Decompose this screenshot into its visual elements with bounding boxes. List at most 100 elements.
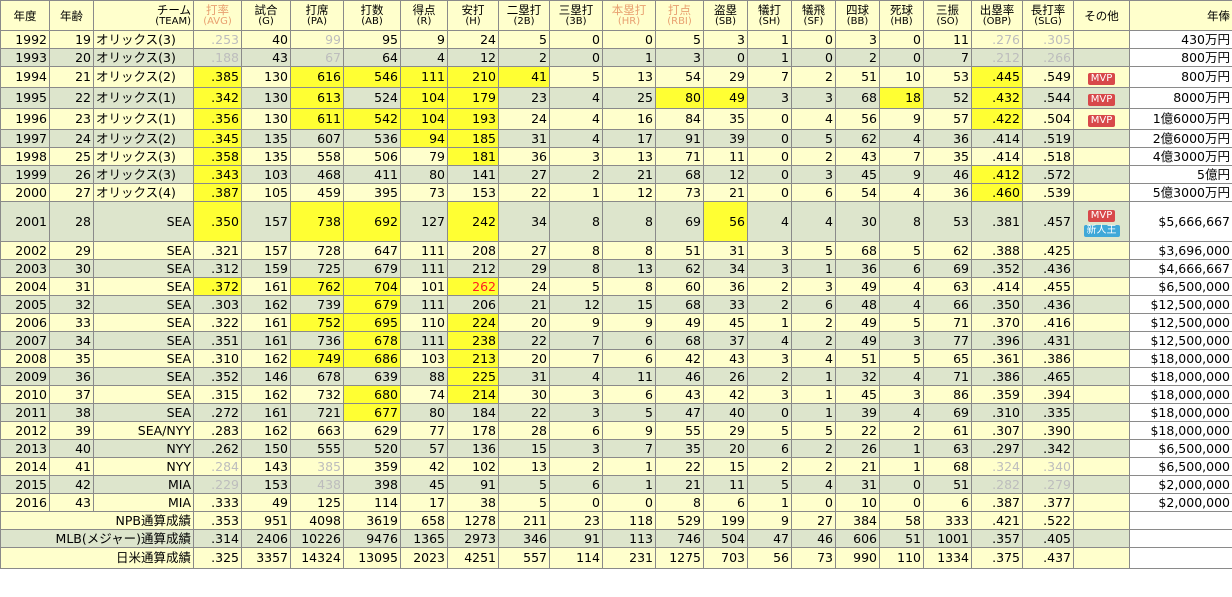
stat-avg: .262 (193, 439, 242, 458)
stat-h: 242 (447, 201, 499, 242)
stat-hb: 4 (879, 367, 924, 386)
stat-hr: 15 (602, 295, 656, 314)
stat-slg: .518 (1022, 147, 1074, 166)
header-abbr: (HR) (617, 15, 641, 27)
stat-obp: .359 (971, 385, 1023, 404)
stat-hb: 8 (879, 201, 924, 242)
stat-slg: .544 (1022, 87, 1074, 109)
header-label: チーム (156, 2, 191, 17)
rookie-badge: 新人王 (1083, 224, 1120, 237)
stat-r: 42 (400, 457, 448, 476)
stat-pa: 468 (290, 165, 344, 184)
table-row: 2012 39 SEA/NYY .283 162 663 629 77 178 28 6 9 55 29 5… (0, 421, 1232, 440)
stat-ab: 359 (343, 457, 401, 476)
stat-hb: 3 (879, 331, 924, 350)
stat-obp: .276 (971, 30, 1023, 49)
salary-cell: $18,000,000 (1129, 385, 1232, 404)
team-cell: SEA (93, 385, 194, 404)
header-abbr: (R) (416, 15, 432, 27)
total-h: 4251 (447, 547, 499, 569)
stat-pa: 749 (290, 349, 344, 368)
stat-b2: 31 (498, 129, 550, 148)
stat-g: 43 (241, 48, 291, 67)
stat-b2: 21 (498, 295, 550, 314)
stat-h: 225 (447, 367, 499, 386)
age-cell: 43 (49, 493, 94, 512)
table-row: 1996 23 オリックス(1) .356 130 611 542 104 193 24 4 16 84… (0, 108, 1232, 130)
stat-bb: 45 (835, 385, 880, 404)
stat-sh: 3 (747, 241, 792, 260)
stat-bb: 68 (835, 241, 880, 260)
stat-so: 53 (923, 66, 972, 88)
stat-so: 35 (923, 147, 972, 166)
stat-obp: .361 (971, 349, 1023, 368)
stat-avg: .310 (193, 349, 242, 368)
stat-sb: 35 (703, 108, 748, 130)
total-avg: .325 (193, 547, 242, 569)
stat-sh: 1 (747, 493, 792, 512)
stat-h: 141 (447, 165, 499, 184)
stat-hr: 1 (602, 457, 656, 476)
team-cell: SEA/NYY (93, 421, 194, 440)
year-cell: 2014 (0, 457, 50, 476)
awards-cell (1073, 385, 1130, 404)
stat-ab: 629 (343, 421, 401, 440)
salary-cell: $6,500,000 (1129, 457, 1232, 476)
stat-g: 130 (241, 66, 291, 88)
team-cell: SEA (93, 241, 194, 260)
year-cell: 2013 (0, 439, 50, 458)
awards-cell (1073, 367, 1130, 386)
header-r: 得点 (R) (400, 0, 448, 31)
stat-b3: 3 (549, 385, 603, 404)
total-pa: 14324 (290, 547, 344, 569)
header-label: 盗塁 (714, 2, 737, 17)
header-hb: 死球 (HB) (879, 0, 924, 31)
stat-rbi: 54 (655, 66, 704, 88)
stat-b3: 8 (549, 259, 603, 278)
stat-h: 184 (447, 403, 499, 422)
stat-sh: 0 (747, 147, 792, 166)
header-team: チーム (TEAM) (93, 0, 194, 31)
stat-sh: 5 (747, 421, 792, 440)
header-salary: 年俸 (1129, 0, 1232, 31)
total-bb: 990 (835, 547, 880, 569)
stat-g: 103 (241, 165, 291, 184)
stat-sf: 4 (791, 108, 836, 130)
stat-ab: 64 (343, 48, 401, 67)
stat-avg: .352 (193, 367, 242, 386)
stat-ab: 678 (343, 331, 401, 350)
stat-so: 63 (923, 439, 972, 458)
age-cell: 36 (49, 367, 94, 386)
stat-r: 17 (400, 493, 448, 512)
age-cell: 25 (49, 147, 94, 166)
header-label: 打点 (668, 2, 691, 17)
stat-rbi: 60 (655, 277, 704, 296)
stat-obp: .414 (971, 147, 1023, 166)
age-cell: 41 (49, 457, 94, 476)
stat-ab: 506 (343, 147, 401, 166)
stat-g: 130 (241, 108, 291, 130)
header-abbr: (AVG) (203, 15, 232, 27)
stat-slg: .465 (1022, 367, 1074, 386)
stat-hr: 1 (602, 48, 656, 67)
stat-sb: 49 (703, 87, 748, 109)
total-slg: .405 (1022, 529, 1074, 548)
table-row: 2011 38 SEA .272 161 721 677 80 184 22 3 5 47 40 0 1 39 4… (0, 403, 1232, 422)
stat-sf: 1 (791, 259, 836, 278)
salary-cell: $18,000,000 (1129, 403, 1232, 422)
stat-r: 110 (400, 313, 448, 332)
salary-cell: $12,500,000 (1129, 295, 1232, 314)
team-cell: SEA (93, 277, 194, 296)
stat-slg: .390 (1022, 421, 1074, 440)
salary-cell: 4億3000万円 (1129, 147, 1232, 166)
stat-hr: 6 (602, 331, 656, 350)
age-cell: 28 (49, 201, 94, 242)
stat-r: 57 (400, 439, 448, 458)
header-abbr: (SB) (714, 15, 736, 27)
stat-rbi: 8 (655, 493, 704, 512)
header-label: 三塁打 (558, 2, 594, 17)
stat-hb: 5 (879, 349, 924, 368)
stat-b3: 9 (549, 313, 603, 332)
stat-h: 213 (447, 349, 499, 368)
stat-rbi: 68 (655, 165, 704, 184)
